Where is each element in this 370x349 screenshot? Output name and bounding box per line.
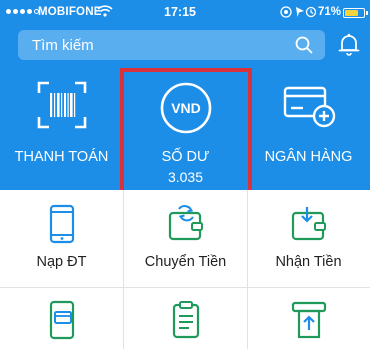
battery-icon: [343, 8, 365, 18]
search-input[interactable]: Tìm kiếm: [18, 30, 325, 60]
service-bill[interactable]: [124, 300, 247, 349]
balance-highlight-frame: [120, 68, 252, 194]
service-receive[interactable]: Nhận Tiền: [247, 204, 370, 270]
bank-label: NGÂN HÀNG: [264, 149, 353, 165]
battery-level-fill: [345, 10, 358, 16]
wallet-receive-icon: [291, 207, 326, 241]
service-transfer-label: Chuyển Tiền: [144, 254, 227, 270]
clipboard-icon: [172, 301, 199, 339]
bank-card-add-icon: [283, 86, 335, 128]
service-transfer[interactable]: Chuyển Tiền: [124, 204, 247, 270]
signal-strength-icon: [6, 9, 39, 14]
atm-withdraw-icon: [291, 301, 326, 339]
bell-icon[interactable]: [338, 32, 360, 56]
status-bar: MOBIFONE 17:15 71%: [0, 0, 370, 24]
services-grid: Nạp ĐT Chuyển Tiền Nhận Tiền: [0, 190, 370, 349]
service-atm[interactable]: [247, 300, 370, 349]
carrier-name: MOBIFONE: [38, 6, 102, 18]
app-header: MOBIFONE 17:15 71% Tìm kiếm THANH TOÁN V…: [0, 0, 370, 194]
pay-label: THANH TOÁN: [14, 149, 109, 165]
service-topup-label: Nạp ĐT: [36, 254, 87, 270]
status-icons: [280, 6, 316, 18]
status-time: 17:15: [164, 5, 196, 19]
search-placeholder: Tìm kiếm: [32, 37, 94, 54]
barcode-scan-icon: [37, 81, 86, 129]
bank-button[interactable]: NGÂN HÀNG: [247, 70, 370, 190]
wifi-icon: [97, 5, 113, 17]
search-icon[interactable]: [295, 36, 313, 54]
phone-card-icon: [49, 300, 74, 340]
wallet-transfer-icon: [168, 205, 203, 241]
pay-button[interactable]: THANH TOÁN: [0, 70, 123, 190]
service-topup[interactable]: Nạp ĐT: [0, 204, 123, 270]
service-phone-card[interactable]: [0, 300, 123, 349]
service-receive-label: Nhận Tiền: [275, 254, 342, 270]
battery-percent: 71%: [318, 6, 342, 18]
phone-topup-icon: [49, 204, 74, 244]
